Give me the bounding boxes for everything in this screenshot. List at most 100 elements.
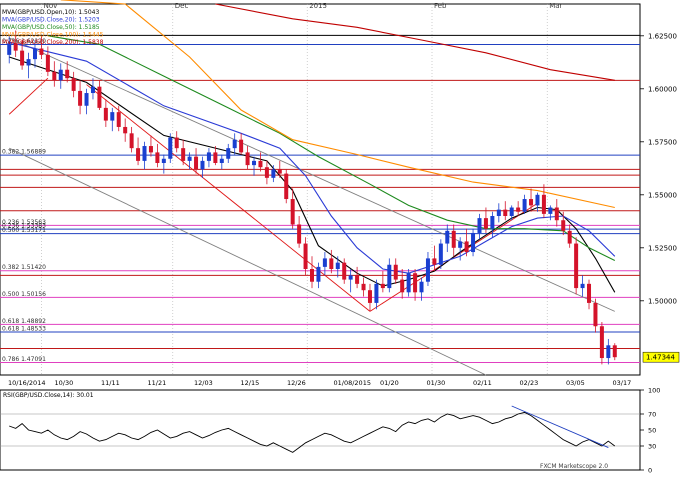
candle-body [380, 283, 385, 289]
rsi-tick-label: 30 [648, 443, 656, 451]
candle-body [355, 275, 360, 284]
candle-body [561, 220, 566, 231]
last-price-label: 1.47344 [646, 354, 675, 362]
rsi-tick-label: 100 [648, 387, 660, 395]
candle-body [393, 264, 398, 280]
candle-body [116, 112, 121, 127]
candle-body [516, 207, 521, 212]
y-tick-label: 1.60000 [648, 85, 677, 93]
rsi-title: RSI(GBP/USD.Close,14): 30.01 [3, 392, 94, 399]
candle-body [97, 86, 102, 108]
candle-body [548, 207, 553, 214]
candle-body [194, 156, 199, 170]
candle-body [567, 230, 572, 244]
candle-body [252, 160, 257, 166]
candle-body [316, 266, 321, 282]
candle-body [20, 50, 25, 66]
candle-body [477, 218, 482, 233]
y-tick-label: 1.50000 [648, 297, 677, 305]
candle-body [239, 139, 244, 153]
candle-body [155, 152, 160, 163]
x-date-label: 02/23 [520, 379, 539, 387]
rsi-tick-label: 50 [648, 427, 656, 435]
candle-body [174, 137, 179, 149]
chart-background [0, 0, 680, 477]
x-date-label: 10/30 [55, 379, 74, 387]
candle-body [297, 224, 302, 244]
candle-body [419, 281, 424, 293]
fib-level-label: 0.786 1.47091 [2, 356, 46, 363]
candle-body [483, 218, 488, 229]
candle-body [161, 158, 166, 163]
candle-body [206, 152, 211, 161]
candle-body [65, 69, 70, 79]
x-date-label: 02/11 [473, 379, 492, 387]
candle-body [213, 152, 218, 163]
candle-body [554, 207, 559, 221]
candle-body [219, 158, 224, 163]
candle-body [148, 146, 153, 153]
candle-body [464, 241, 469, 253]
candle-body [529, 199, 534, 206]
candle-body [451, 230, 456, 248]
legend-entry: MVA(GBP/USD.Close,20): 1.5203 [2, 17, 100, 24]
candle-body [387, 264, 392, 289]
month-label: Mar [549, 2, 562, 10]
x-date-label: 11/11 [101, 379, 120, 387]
candle-body [509, 207, 514, 216]
candle-body [136, 148, 141, 161]
candle-body [400, 279, 405, 293]
candle-body [445, 230, 450, 244]
candle-body [541, 194, 546, 214]
candle-body [490, 216, 495, 229]
candle-body [322, 258, 327, 267]
candle-body [103, 107, 108, 121]
candle-body [310, 269, 314, 282]
candle-body [39, 48, 44, 55]
candle-body [522, 199, 527, 212]
month-label: 2015 [309, 2, 327, 10]
candle-body [271, 169, 276, 178]
rsi-tick-label: 70 [648, 411, 656, 419]
candle-body [374, 283, 379, 303]
x-date-label: 01/30 [427, 379, 446, 387]
candle-body [84, 93, 89, 106]
legend-entry: MVA(GBP/USD.Close,50): 1.5185 [2, 24, 100, 31]
candle-body [232, 139, 237, 149]
candle-body [413, 273, 418, 293]
chart-canvas[interactable]: Nov Dec 2015 Feb Mar0.236 1.621200.382 1.568… [0, 0, 680, 477]
legend-entry: MVA(GBP/USD.Open,10): 1.5043 [2, 9, 99, 16]
candle-body [580, 283, 585, 289]
y-tick-label: 1.62500 [648, 32, 677, 40]
fib-level-label: 0.500 1.50156 [2, 291, 46, 298]
x-date-label: 01/08/2015 [334, 379, 371, 387]
x-date-label: 12/03 [194, 379, 213, 387]
fib-level-label: 0.382 1.56889 [2, 149, 46, 156]
candle-body [45, 54, 50, 72]
candle-body [110, 112, 115, 121]
candle-body [284, 173, 289, 200]
y-tick-label: 1.52500 [648, 244, 677, 252]
candle-body [612, 345, 617, 358]
month-label: Dec [175, 2, 189, 10]
candle-body [26, 59, 31, 66]
candle-body [142, 146, 147, 161]
candle-body [361, 283, 366, 291]
candle-body [90, 86, 95, 94]
candle-body [78, 90, 83, 106]
candle-body [277, 169, 282, 174]
candle-body [129, 133, 134, 149]
candle-body [458, 241, 463, 248]
y-tick-label: 1.57500 [648, 138, 677, 146]
candle-body [432, 258, 437, 265]
candle-body [245, 152, 250, 166]
x-date-label: 03/05 [566, 379, 585, 387]
x-date-label: 12/26 [287, 379, 306, 387]
y-tick-label: 1.55000 [648, 191, 677, 199]
rsi-tick-label: 0 [648, 467, 652, 475]
legend-entry: MVA(GBP/USD.Close,200): 1.5838 [2, 39, 104, 46]
candle-body [258, 160, 263, 168]
candle-body [471, 232, 476, 253]
fib-level-label: 0.500 1.53171 [2, 227, 46, 234]
candle-body [181, 148, 186, 161]
